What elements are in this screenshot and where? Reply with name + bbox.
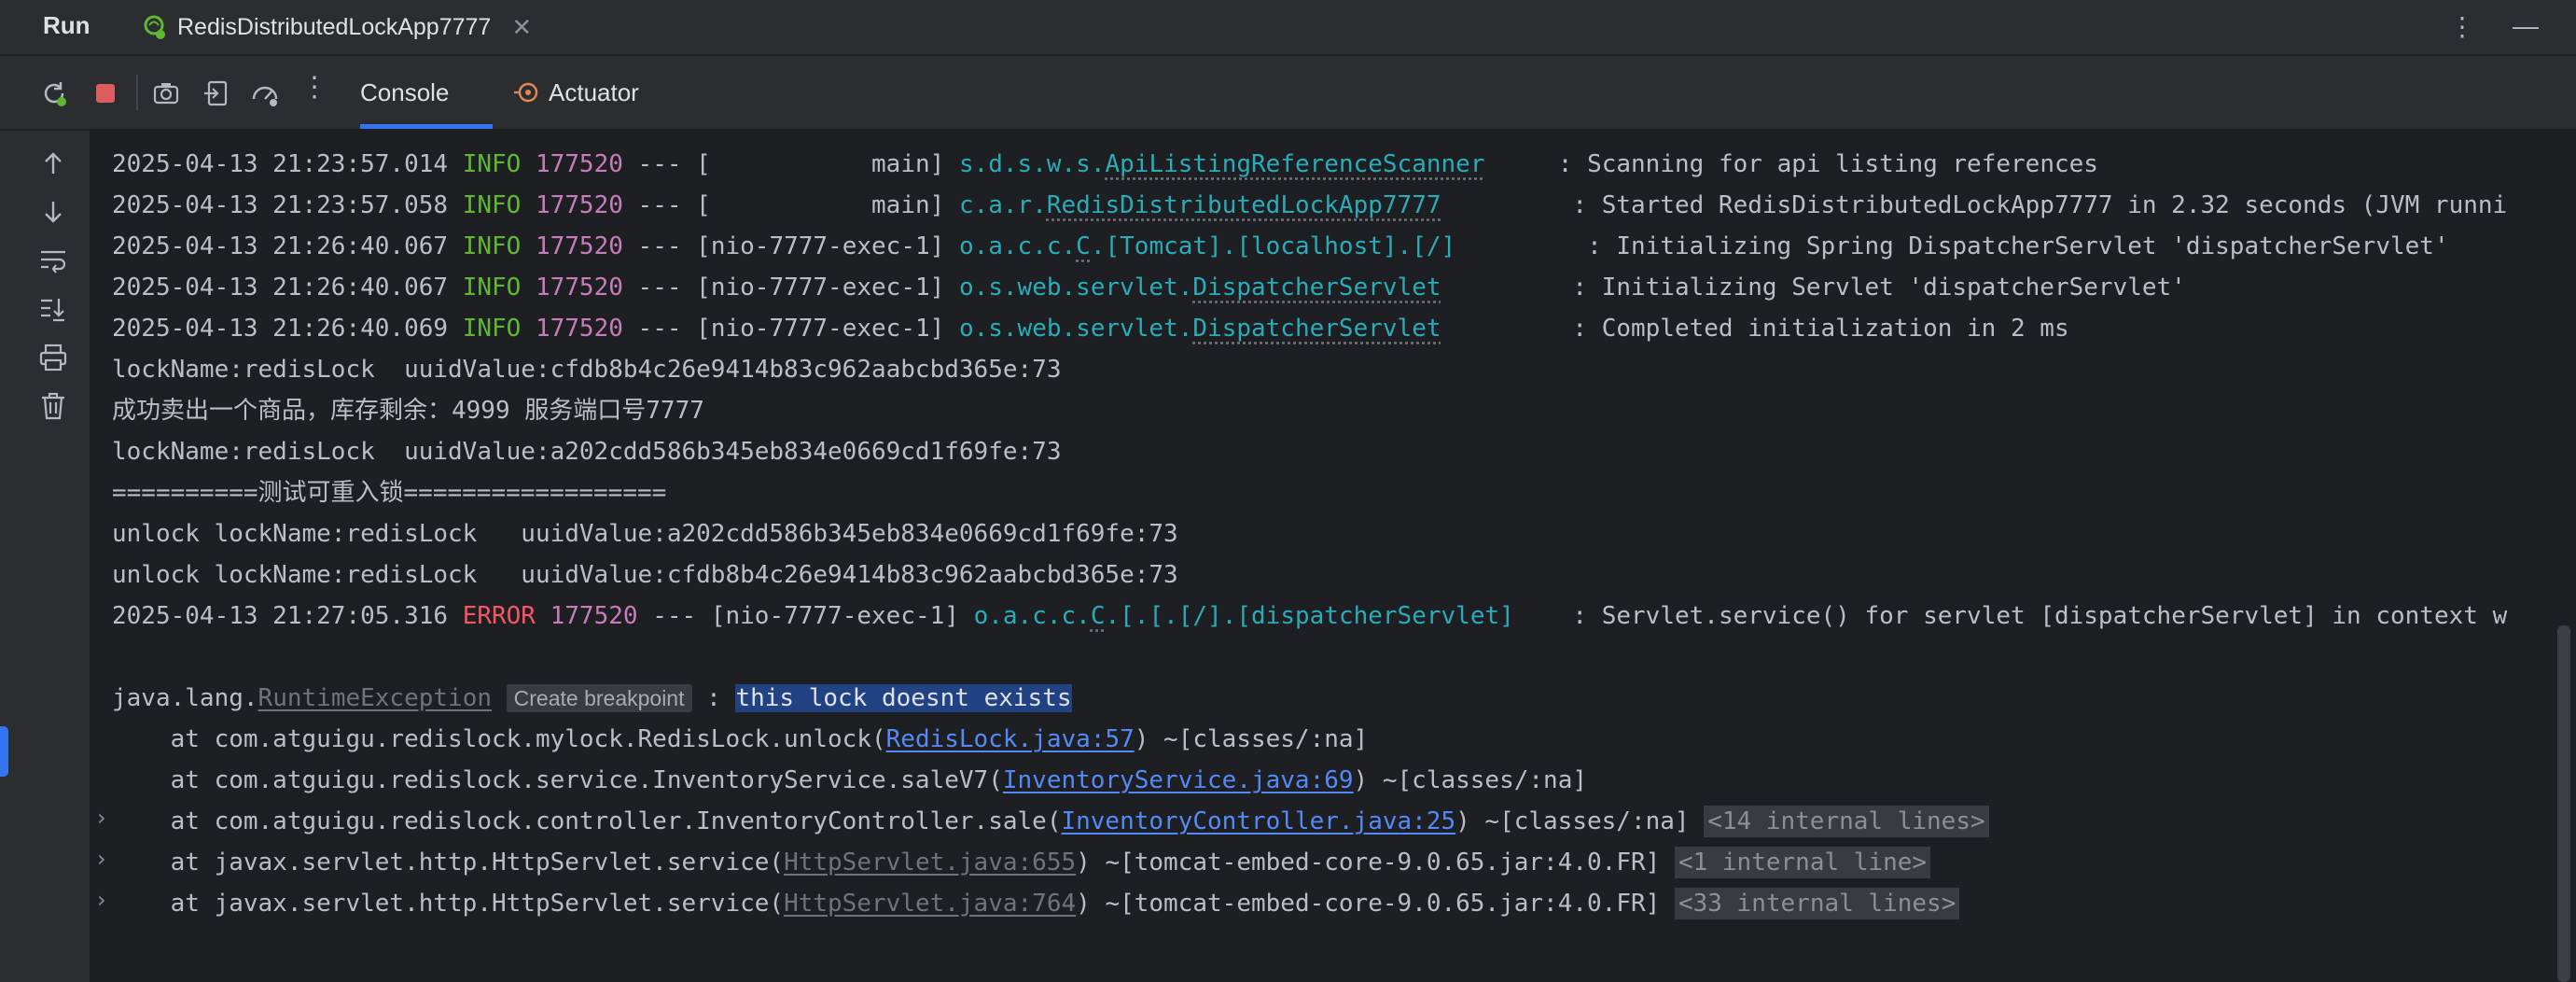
arrow-up-icon[interactable] xyxy=(37,147,69,179)
logger-link[interactable]: C xyxy=(1091,602,1106,630)
spring-boot-icon xyxy=(144,15,165,39)
console-output[interactable]: 2025-04-13 21:23:57.014 INFO 177520 --- … xyxy=(91,131,2576,982)
log-line: 2025-04-13 21:26:40.067 INFO 177520 --- … xyxy=(112,232,2449,260)
internal-lines-fold[interactable]: <33 internal lines> xyxy=(1674,888,1960,919)
expand-chevron-icon[interactable]: › xyxy=(97,846,106,872)
stop-icon[interactable] xyxy=(91,78,120,108)
close-icon[interactable]: ✕ xyxy=(511,13,532,42)
logger-link[interactable]: C xyxy=(1076,232,1091,260)
stack-frame: at com.atguigu.redislock.mylock.RedisLoc… xyxy=(112,725,1369,753)
camera-icon[interactable] xyxy=(151,78,181,108)
output-line: lockName:redisLock uuidValue:a202cdd586b… xyxy=(112,438,1062,466)
tab-run-configuration[interactable]: RedisDistributedLockApp7777 ✕ xyxy=(140,0,532,54)
output-line: unlock lockName:redisLock uuidValue:a202… xyxy=(112,520,1178,548)
log-line: 2025-04-13 21:23:57.014 INFO 177520 --- … xyxy=(112,150,2098,178)
log-line: 2025-04-13 21:26:40.067 INFO 177520 --- … xyxy=(112,274,2186,302)
exception-line: java.lang.RuntimeException Create breakp… xyxy=(112,684,1072,712)
logger-link[interactable]: DispatcherServlet xyxy=(1192,274,1441,302)
output-line: unlock lockName:redisLock uuidValue:cfdb… xyxy=(112,561,1178,589)
toolbar-divider xyxy=(136,75,138,110)
error-log-line: 2025-04-13 21:27:05.316 ERROR 177520 ---… xyxy=(112,602,2508,630)
stack-frame: at javax.servlet.http.HttpServlet.servic… xyxy=(112,885,1960,922)
run-toolbar: ⋮ Console Actuator xyxy=(0,56,2576,131)
trash-icon[interactable] xyxy=(37,390,69,422)
logger-link[interactable]: RedisDistributedLockApp7777 xyxy=(1047,191,1441,219)
stack-frame: at javax.servlet.http.HttpServlet.servic… xyxy=(112,844,1931,881)
source-link[interactable]: RedisLock.java:57 xyxy=(886,725,1135,753)
source-link[interactable]: InventoryController.java:25 xyxy=(1061,807,1455,835)
run-title: Run xyxy=(43,11,91,39)
expand-chevron-icon[interactable]: › xyxy=(97,805,106,831)
more-options-icon[interactable]: ⋮ xyxy=(2449,11,2475,42)
performance-gauge-icon[interactable] xyxy=(250,78,280,108)
console-side-toolbar xyxy=(19,131,91,982)
vertical-scrollbar[interactable] xyxy=(2557,625,2570,982)
left-tool-strip xyxy=(0,0,20,982)
log-line: 2025-04-13 21:26:40.069 INFO 177520 --- … xyxy=(112,315,2069,343)
scroll-to-end-icon[interactable] xyxy=(37,293,69,325)
import-icon[interactable] xyxy=(202,78,231,108)
print-icon[interactable] xyxy=(37,342,69,373)
stack-frame: at com.atguigu.redislock.service.Invento… xyxy=(112,766,1587,794)
internal-lines-fold[interactable]: <14 internal lines> xyxy=(1704,806,1989,837)
arrow-down-icon[interactable] xyxy=(37,196,69,228)
minimize-icon[interactable]: — xyxy=(2513,11,2539,42)
tab-console[interactable]: Console xyxy=(360,56,449,129)
more-actions-icon[interactable]: ⋮ xyxy=(300,71,328,104)
soft-wrap-icon[interactable] xyxy=(37,245,69,276)
internal-lines-fold[interactable]: <1 internal line> xyxy=(1674,847,1931,878)
exception-class-link[interactable]: RuntimeException xyxy=(258,684,492,712)
tab-actuator[interactable]: Actuator xyxy=(513,56,639,129)
output-line: 成功卖出一个商品，库存剩余：4999 服务端口号7777 xyxy=(112,397,704,425)
tab-console-label: Console xyxy=(360,77,450,106)
logger-link[interactable]: ApiListingReferenceScanner xyxy=(1105,150,1484,178)
tab-actuator-label: Actuator xyxy=(549,77,639,106)
create-breakpoint-button[interactable]: Create breakpoint xyxy=(506,684,692,712)
source-link[interactable]: InventoryService.java:69 xyxy=(1003,766,1354,794)
run-tool-window-header: Run RedisDistributedLockApp7777 ✕ ⋮ — xyxy=(0,0,2576,56)
actuator-icon xyxy=(514,82,538,103)
tab-label: RedisDistributedLockApp7777 xyxy=(177,13,492,40)
expand-chevron-icon[interactable]: › xyxy=(97,887,106,913)
selected-text: this lock doesnt exists xyxy=(735,684,1072,712)
console-tab-indicator xyxy=(360,124,493,129)
output-line: ==========测试可重入锁================== xyxy=(112,479,667,507)
active-tool-marker xyxy=(0,726,8,777)
rerun-icon[interactable] xyxy=(39,78,69,108)
stack-frame: at com.atguigu.redislock.controller.Inve… xyxy=(112,803,1989,840)
logger-link[interactable]: DispatcherServlet xyxy=(1192,315,1441,343)
source-link[interactable]: HttpServlet.java:764 xyxy=(784,890,1076,918)
output-line: lockName:redisLock uuidValue:cfdb8b4c26e… xyxy=(112,356,1062,384)
log-line: 2025-04-13 21:23:57.058 INFO 177520 --- … xyxy=(112,191,2508,219)
source-link[interactable]: HttpServlet.java:655 xyxy=(784,849,1076,877)
